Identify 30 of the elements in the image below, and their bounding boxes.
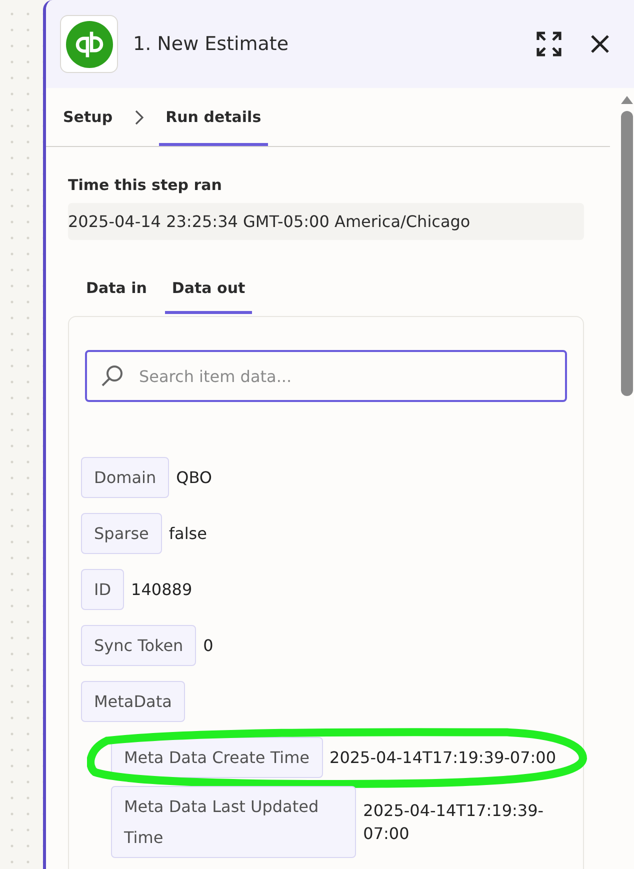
chevron-right-icon [134,110,144,124]
search-field[interactable]: Search item data... [85,350,567,402]
app-logo-icon [60,15,118,73]
field-value: 140889 [131,579,192,601]
tab[interactable]: Setup [56,88,120,146]
expand-button[interactable] [536,31,562,57]
search-icon [101,365,123,387]
tab[interactable]: Data in [79,262,154,314]
step-title: 1. New Estimate [133,33,289,55]
field-key: ID [81,569,124,610]
field-value: 0 [203,635,214,657]
field-key: Meta Data Create Time [111,737,323,778]
close-button[interactable] [590,34,610,54]
tab[interactable]: Run details [158,88,268,146]
field-key: Domain [81,457,170,498]
scroll-up-arrow-icon[interactable] [621,96,633,104]
field-value: 2025-04-14T17:19:39-07:00 [330,747,556,769]
field-value: 2025-04-14T17:19:39-07:00 [363,800,545,845]
close-icon [590,34,610,54]
run-time-value: 2025-04-14 23:25:34 GMT-05:00 America/Chicago [68,203,584,240]
scrollbar-thumb[interactable] [621,111,633,396]
section-label: Time this step ran [68,175,222,195]
field-value: false [168,523,207,545]
tab[interactable]: Data out [164,262,252,314]
expand-icon [536,31,562,57]
field-key: Sync Token [81,625,196,666]
field-value: QBO [176,467,212,489]
field-key: Meta Data Last Updated Time [111,786,356,858]
field-key: MetaData [81,681,185,722]
field-key: Sparse [81,513,162,554]
